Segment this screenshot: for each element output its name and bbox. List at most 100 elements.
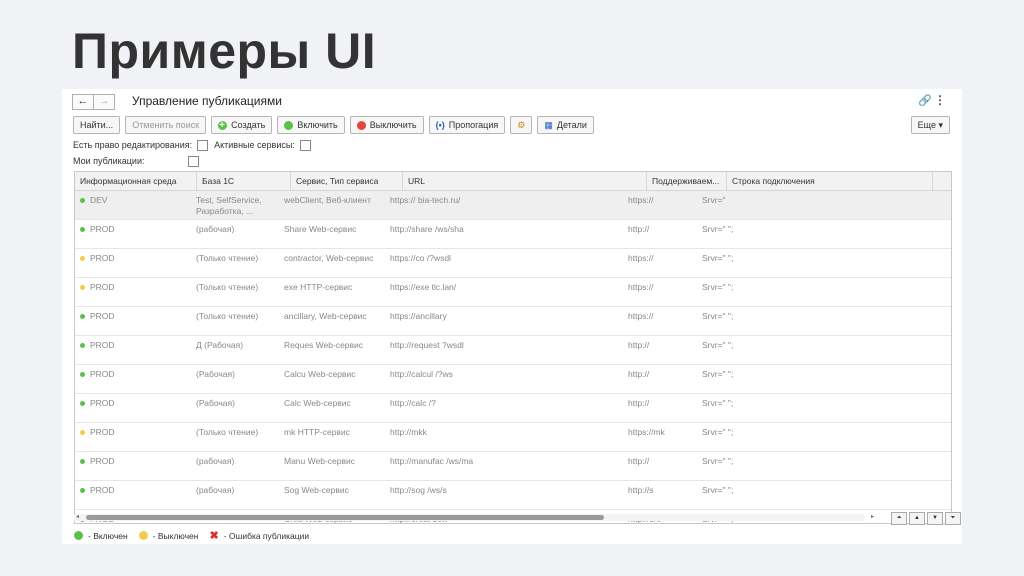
prev-page-icon[interactable]: ▲ [909,512,925,525]
forward-button[interactable]: → [94,94,115,110]
env-label: PROD [90,282,115,292]
scroll-thumb[interactable] [86,515,604,520]
table-cell: Д (Рабочая) [196,340,244,350]
env-label: PROD [90,253,115,263]
table-cell: (Рабочая) [196,369,235,379]
table-cell: DEV [75,191,191,219]
link-icon[interactable]: 🔗 [918,94,932,107]
cancel-search-button[interactable]: Отменить поиск [125,116,207,134]
propagate-button[interactable]: (•) Пропогация [428,116,506,134]
table-cell: mk HTTP-сервис [284,427,350,437]
my-publications-label: Мои публикации: [73,156,145,166]
table-row[interactable]: PROD (Рабочая) Calc Web-сервис http://calc … [75,394,951,423]
table-cell: (Только чтение) [196,253,259,263]
table-cell: (рабочая) [196,456,235,466]
table-row[interactable]: PROD (рабочая) Sog Web-сервис http://sog /w… [75,481,951,510]
active-services-checkbox[interactable] [299,139,311,151]
table-cell: https://co /?wsdl [390,253,451,263]
status-dot-icon [80,430,85,435]
table-row[interactable]: PROD (Только чтение) exe HTTP-сервис https:… [75,278,951,307]
table-cell: https://exe tlc.lan/ [390,282,457,292]
scroll-left-icon[interactable]: ◂ [76,513,79,520]
more-button[interactable]: Еще ▾ [910,116,950,134]
table-cell: PROD [75,452,191,480]
column-header[interactable]: Строка подключения [727,172,933,190]
table-row[interactable]: PROD (рабочая) Manu Web-сервис http://manuf… [75,452,951,481]
broadcast-icon: (•) [435,120,445,130]
table-row[interactable]: DEV Test, SelfService, Разработка, ... web… [75,191,951,220]
status-dot-icon [80,343,85,348]
table-cell: http://mkk [390,427,427,437]
filter-panel: Есть право редактирования: Активные серв… [73,137,317,169]
details-label: Детали [556,120,587,130]
status-dot-icon [80,401,85,406]
table-cell: http://calcul /?ws [390,369,453,379]
table-cell: PROD [75,481,191,509]
edit-rights-checkbox[interactable] [197,139,209,151]
details-button[interactable]: ▦ Детали [537,116,594,134]
status-dot-icon [80,227,85,232]
legend-disabled: - Выключен [152,530,199,541]
column-header[interactable]: Поддерживаем... [647,172,727,190]
create-button[interactable]: + Создать [211,116,273,134]
legend-enabled: - Включен [88,530,128,541]
more-menu-icon[interactable]: ⋮ [934,93,946,107]
table-cell: PROD [75,394,191,422]
table-cell: https://ancillary [390,311,447,321]
more-label: Еще ▾ [917,120,943,130]
find-button[interactable]: Найти... [73,116,121,134]
table-cell: contractor, Web-сервис [284,253,374,263]
env-label: PROD [90,427,115,437]
table-cell: Srvr=" "; [702,340,734,350]
table-cell: Srvr=" "; [702,224,734,234]
error-cross-icon: ✖ [209,530,219,542]
table-cell: webClient, Веб-клиент [284,195,371,205]
status-dot-icon [80,488,85,493]
table-row[interactable]: PROD Д (Рабочая) Reques Web-сервис http://r… [75,336,951,365]
table-cell: http://s [628,485,654,495]
table-row[interactable]: PROD (рабочая) Share Web-сервис http://shar… [75,220,951,249]
edit-rights-label: Есть право редактирования: [73,140,193,150]
settings-button[interactable]: ⚙ [510,116,533,134]
table-body: DEV Test, SelfService, Разработка, ... web… [75,191,951,523]
disable-label: Выключить [369,120,417,130]
table-row[interactable]: PROD (Только чтение) mk HTTP-сервис http://… [75,423,951,452]
table-cell: PROD [75,336,191,364]
table-cell: (рабочая) [196,485,235,495]
my-publications-checkbox[interactable] [188,155,199,167]
table-cell: (Рабочая) [196,398,235,408]
first-page-icon[interactable]: ⏶ [891,512,907,525]
table-row[interactable]: PROD (Только чтение) contractor, Web-серви… [75,249,951,278]
table-cell: http://calc /? [390,398,436,408]
enable-button[interactable]: Включить [277,116,345,134]
next-page-icon[interactable]: ▼ [927,512,943,525]
table-cell: PROD [75,278,191,306]
back-button[interactable]: ← [72,94,94,110]
column-header[interactable]: URL [403,172,647,190]
column-header[interactable]: База 1С [197,172,291,190]
form-title: Управление публикациями [132,94,282,108]
disable-button[interactable]: Выключить [349,116,424,134]
last-page-icon[interactable]: ⏷ [945,512,961,525]
env-label: PROD [90,224,115,234]
env-label: PROD [90,398,115,408]
table-row[interactable]: PROD (Рабочая) Calcu Web-сервис http://calc… [75,365,951,394]
table-cell: http://manufac /ws/ma [390,456,474,466]
env-label: PROD [90,340,115,350]
table-cell: http:// [628,369,650,379]
scroll-right-icon[interactable]: ▸ [871,513,874,520]
status-dot-icon [80,256,85,261]
publication-window: ← → Управление публикациями 🔗 ⋮ Найти...… [62,89,962,544]
column-header[interactable]: Сервис, Тип сервиса [291,172,403,190]
table-cell: (Только чтение) [196,311,259,321]
horizontal-scrollbar[interactable]: ◂ ▸ [74,513,874,521]
env-label: DEV [90,195,108,205]
table-cell: Sog Web-сервис [284,485,349,495]
table-cell: https:// [628,253,654,263]
table-cell: Srvr=" "; [702,311,734,321]
column-header[interactable]: Информационная среда [75,172,197,190]
table-cell: PROD [75,365,191,393]
table-row[interactable]: PROD (Только чтение) ancillary, Web-сервис… [75,307,951,336]
table-cell: ancillary, Web-сервис [284,311,367,321]
table-cell: Reques Web-сервис [284,340,364,350]
